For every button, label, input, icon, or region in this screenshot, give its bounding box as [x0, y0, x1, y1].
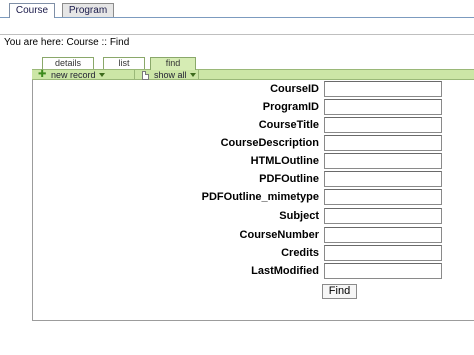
tab-program[interactable]: Program [62, 3, 114, 17]
breadcrumb-prefix: You are here: [4, 37, 64, 48]
form-row-programid: ProgramID [150, 99, 450, 117]
credits-field[interactable] [324, 245, 442, 261]
coursetitle-field[interactable] [324, 117, 442, 133]
pdfoutline-field[interactable] [324, 171, 442, 187]
field-label: LastModified [251, 265, 319, 277]
form-row-subject: Subject [150, 208, 450, 226]
form-row-coursedescription: CourseDescription [150, 135, 450, 153]
show-all-button[interactable]: show all [142, 70, 196, 80]
field-label: CourseTitle [258, 119, 319, 131]
htmloutline-field[interactable] [324, 153, 442, 169]
form-row-courseid: CourseID [150, 81, 450, 99]
chevron-down-icon [189, 73, 196, 77]
tab-find[interactable]: find [150, 57, 196, 70]
find-button[interactable]: Find [322, 284, 357, 299]
tab-list[interactable]: list [103, 57, 145, 69]
field-label: CourseID [270, 83, 319, 95]
tab-course[interactable]: Course [9, 3, 55, 18]
new-record-label: new record [51, 69, 96, 80]
form-row-credits: Credits [150, 245, 450, 263]
lastmodified-field[interactable] [324, 263, 442, 279]
field-label: PDFOutline_mimetype [201, 191, 319, 203]
subject-field[interactable] [324, 208, 442, 224]
coursedescription-field[interactable] [324, 135, 442, 151]
field-label: HTMLOutline [250, 155, 319, 167]
header-bar [0, 18, 474, 35]
form-row-pdfoutline: PDFOutline [150, 171, 450, 189]
breadcrumb-path: Course :: Find [66, 37, 130, 48]
field-label: PDFOutline [259, 173, 319, 185]
form-row-pdfoutline-mimetype: PDFOutline_mimetype [150, 189, 450, 207]
field-label: CourseNumber [239, 229, 319, 241]
programid-field[interactable] [324, 99, 442, 115]
record-toolbar: ✚ new record show all [32, 69, 474, 80]
field-label: Credits [281, 247, 319, 259]
courseid-field[interactable] [324, 81, 442, 97]
toolbar-divider [198, 70, 199, 80]
breadcrumb: You are here: Course :: Find [4, 37, 129, 48]
show-all-label: show all [154, 69, 187, 80]
new-record-button[interactable]: ✚ new record [38, 68, 105, 80]
tab-details[interactable]: details [42, 57, 94, 69]
plus-icon: ✚ [38, 68, 47, 80]
field-label: Subject [279, 210, 319, 222]
form-row-coursetitle: CourseTitle [150, 117, 450, 135]
form-row-htmloutline: HTMLOutline [150, 153, 450, 171]
field-label: CourseDescription [220, 137, 319, 149]
toolbar-divider [134, 70, 135, 80]
chevron-down-icon [98, 73, 105, 77]
top-tab-bar: Course Program [0, 0, 474, 18]
coursenumber-field[interactable] [324, 227, 442, 243]
field-label: ProgramID [262, 101, 319, 113]
form-row-coursenumber: CourseNumber [150, 227, 450, 245]
form-row-lastmodified: LastModified [150, 263, 450, 281]
pdfoutline-mimetype-field[interactable] [324, 189, 442, 205]
document-icon [142, 70, 149, 80]
